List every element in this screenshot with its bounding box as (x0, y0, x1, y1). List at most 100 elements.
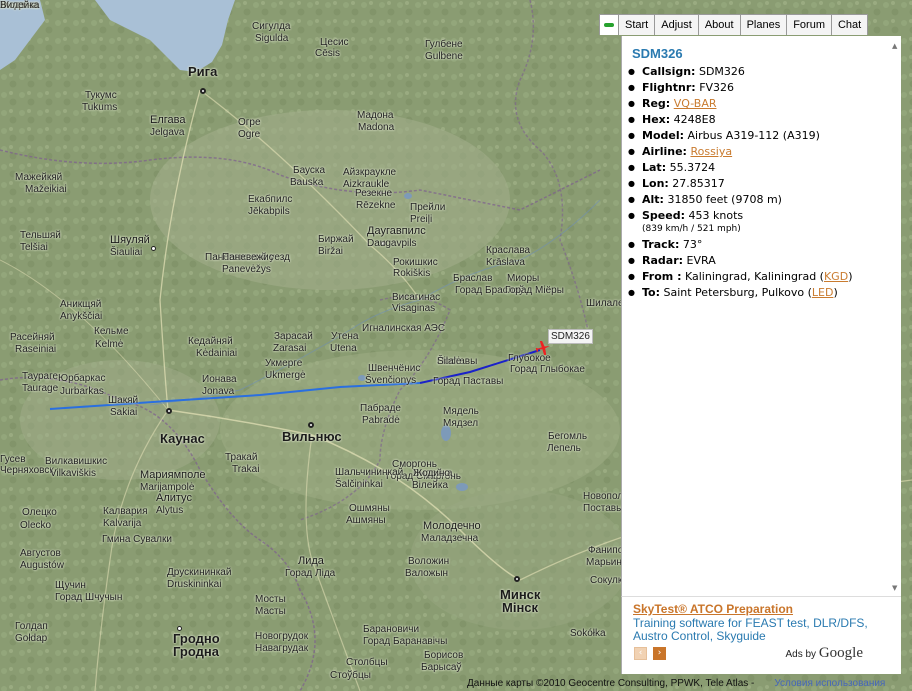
map-place-label: Preiļi (410, 214, 433, 225)
map-place-label: Бауска (293, 165, 326, 176)
map-place-label: Кедайняй (188, 336, 233, 347)
map-place-label: Таураге (22, 371, 59, 382)
map-place-label: Елгава (150, 114, 186, 126)
map-place-label: Biržai (318, 246, 344, 257)
map-place-label: Молодечно (423, 520, 481, 532)
detail-speed: Speed: 453 knots (839 km/h / 521 mph) (628, 208, 852, 236)
map-place-label: Валожын (405, 568, 449, 579)
map-place-label: Щучин (55, 580, 86, 591)
tab-about[interactable]: About (697, 14, 741, 35)
detail-label: Lat: (642, 161, 667, 174)
ad-body[interactable]: Training software for FEAST test, DLR/DF… (633, 617, 893, 643)
map-place-label: Вілейка (412, 480, 449, 491)
map-place-label: Alytus (156, 505, 184, 516)
map-place-label: Ошмяны (349, 503, 390, 514)
detail-model: Model: Airbus A319-112 (A319) (628, 128, 852, 144)
detail-subvalue: (839 km/h / 521 mph) (642, 224, 741, 234)
map-place-label: Мінск (502, 600, 539, 615)
city-dot-minsk[interactable] (514, 576, 520, 582)
map-place-label: Екабпилс (248, 194, 293, 205)
map-place-label: Ионава (202, 374, 237, 385)
map-place-label: Ашмяны (346, 515, 386, 526)
map-place-label: Kelmė (95, 339, 124, 350)
map-place-label: Краслава (486, 245, 531, 256)
google-logo: Google (818, 645, 863, 661)
terms-link[interactable]: Условия использования (774, 678, 885, 689)
map-place-label: Лида (298, 555, 324, 567)
map-place-label: Pabradė (362, 415, 400, 426)
map-place-label: Игналинская АЭС (362, 323, 446, 334)
ads-by-google[interactable]: Ads by Google (785, 645, 863, 662)
ad-box: SkyTest® ATCO Preparation Training softw… (621, 596, 901, 674)
map-place-label: Sakiai (110, 407, 138, 418)
map-place-label: Рокишкис (393, 257, 438, 268)
tab-start[interactable]: Start (618, 14, 656, 35)
map-place-label: Стоўбцы (330, 670, 371, 681)
map-place-label: Воложин (408, 556, 450, 567)
detail-label: Model: (642, 129, 685, 142)
map-place-label: Жодино (413, 468, 450, 479)
map-place-label: Навагрудак (255, 643, 309, 654)
ad-prev-button[interactable]: ‹ (634, 647, 647, 660)
city-dot-siauliai[interactable] (151, 246, 156, 251)
map-place-label: Kėdainiai (196, 348, 238, 359)
map-place-label: Rēzekne (356, 200, 396, 211)
detail-to: To: Saint Petersburg, Pulkovo (LED) (628, 285, 852, 301)
map-place-label: Миоры (507, 273, 540, 284)
map-place-label: Огре (238, 117, 261, 128)
map-place-label: Браслав (453, 273, 493, 284)
map-place-label: Мариямполе (140, 469, 206, 481)
panel-scrollbar[interactable]: ▲ ▼ (889, 36, 901, 596)
map-place-label: Масты (255, 606, 286, 617)
map-place-label: Rokiškis (393, 268, 431, 279)
map-place-label: Калвария (103, 506, 148, 517)
map-place-label: Sokółka (570, 628, 606, 639)
ad-next-button[interactable]: › (653, 647, 666, 660)
airport-code-link[interactable]: KGD (824, 270, 848, 283)
map-place-label: Utena (330, 343, 357, 354)
city-dot-vilnius[interactable] (308, 422, 314, 428)
map-place-label: Сигулда (252, 21, 291, 32)
map-place-label: Bauska (290, 177, 324, 188)
map-place-label: Cēsis (315, 48, 341, 59)
map-place-label: Биржай (318, 234, 354, 245)
detail-label: Callsign: (642, 65, 696, 78)
map-place-label: Швенчёнис (368, 363, 421, 374)
scroll-up-icon[interactable]: ▲ (892, 42, 897, 50)
map-place-label: Гусев (0, 454, 26, 465)
tab-adjust[interactable]: Adjust (654, 14, 699, 35)
panel-toggle-button[interactable] (599, 14, 619, 35)
detail-label: Alt: (642, 193, 664, 206)
scroll-down-icon[interactable]: ▼ (892, 584, 897, 592)
map-place-label: Столбцы (346, 657, 388, 668)
map-place-label: Druskininkai (167, 579, 222, 590)
detail-airline: Airline: Rossiya (628, 144, 852, 160)
tab-forum[interactable]: Forum (786, 14, 832, 35)
map-place-label: Лепель (547, 443, 581, 454)
detail-track: Track: 73° (628, 237, 852, 253)
city-dot-kaunas[interactable] (166, 408, 172, 414)
ad-title-link[interactable]: SkyTest® ATCO Preparation (633, 602, 793, 616)
detail-flightnr: Flightnr: FV326 (628, 80, 852, 96)
tab-chat[interactable]: Chat (830, 14, 869, 35)
map-place-label: Борисов (424, 650, 464, 661)
map-place-label: Олецко (22, 507, 57, 518)
map-place-label: Sigulda (255, 33, 289, 44)
detail-link[interactable]: Rossiya (690, 145, 732, 158)
tab-planes[interactable]: Planes (739, 14, 788, 35)
map-place-label: Друскининкай (167, 567, 232, 578)
map-place-label: Мажейкяй (15, 172, 63, 183)
map-place-label: Šalčininkai (335, 479, 383, 490)
map-place-label: Алитус (156, 492, 192, 504)
detail-alt: Alt: 31850 feet (9708 m) (628, 192, 852, 208)
plane-label[interactable]: SDM326 (548, 329, 593, 344)
map-place-label: Гмина Сувалки (102, 534, 172, 545)
detail-link[interactable]: VQ-BAR (674, 97, 717, 110)
map-place-label: Вильнюс (282, 429, 342, 444)
minimize-icon (604, 23, 614, 27)
city-dot-riga[interactable] (200, 88, 206, 94)
map-place-label: Маладзечна (421, 533, 479, 544)
airport-code-link[interactable]: LED (812, 286, 834, 299)
airplane-icon[interactable] (535, 341, 551, 355)
detail-value: Airbus A319-112 (A319) (687, 129, 820, 142)
